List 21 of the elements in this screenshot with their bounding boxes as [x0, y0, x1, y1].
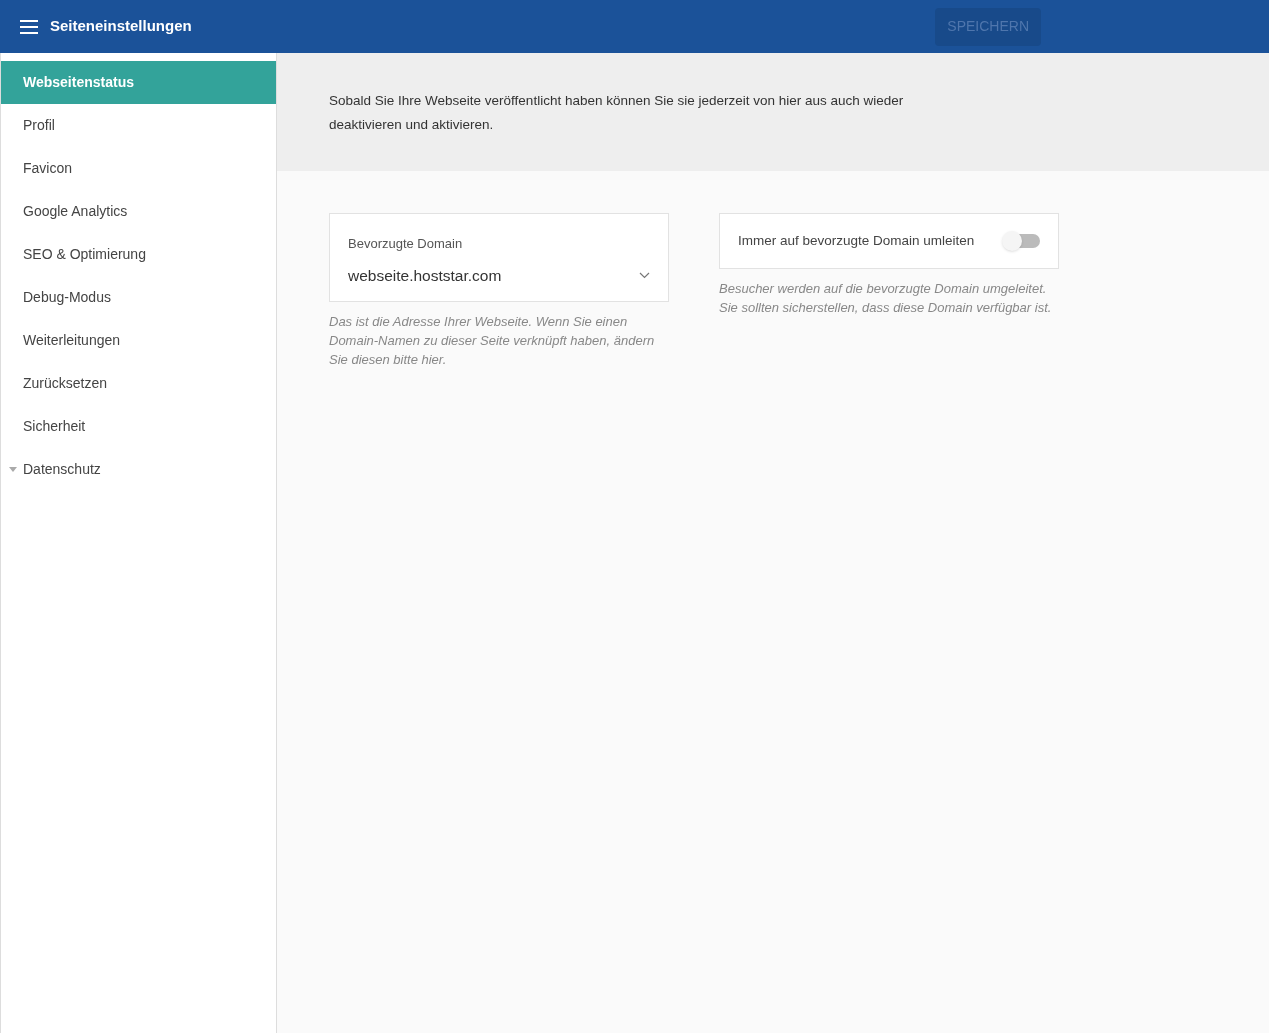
sidebar-item[interactable]: SEO & Optimierung: [1, 233, 276, 276]
sidebar-item[interactable]: Google Analytics: [1, 190, 276, 233]
caret-icon: [9, 467, 17, 472]
page-title: Seiteneinstellungen: [50, 16, 192, 37]
chevron-down-icon: [639, 271, 650, 279]
toggle-switch[interactable]: [1004, 234, 1040, 248]
sidebar-item[interactable]: Sicherheit: [1, 405, 276, 448]
sidebar-item[interactable]: Zurücksetzen: [1, 362, 276, 405]
sidebar-item[interactable]: Datenschutz: [1, 448, 276, 491]
toggle-label: Immer auf bevorzugte Domain umleiten: [738, 231, 975, 250]
sidebar-item[interactable]: Weiterleitungen: [1, 319, 276, 362]
sidebar-item[interactable]: Profil: [1, 104, 276, 147]
help-text: Das ist die Adresse Ihrer Webseite. Wenn Sie einen Domain-Namen zu dieser Seite verknüpft haben, ändern Sie diesen bitte hier.: [329, 313, 656, 369]
field-label: Bevorzugte Domain: [348, 235, 464, 253]
domain-select[interactable]: Bevorzugte Domain webseite.hoststar.com: [329, 213, 669, 302]
menu-icon[interactable]: [20, 19, 38, 34]
info-text: Sobald Sie Ihre Webseite veröffentlicht haben können Sie sie jederzeit von hier aus auch wieder deaktivieren und aktivieren.: [329, 92, 905, 134]
sidebar-item[interactable]: Favicon: [1, 147, 276, 190]
sidebar-item[interactable]: Debug-Modus: [1, 276, 276, 319]
select-value: webseite.hoststar.com: [348, 265, 502, 286]
help-text: Besucher werden auf die bevorzugte Domain umgeleitet. Sie sollten sicherstellen, dass diese Domain verfügbar ist.: [719, 280, 1053, 317]
